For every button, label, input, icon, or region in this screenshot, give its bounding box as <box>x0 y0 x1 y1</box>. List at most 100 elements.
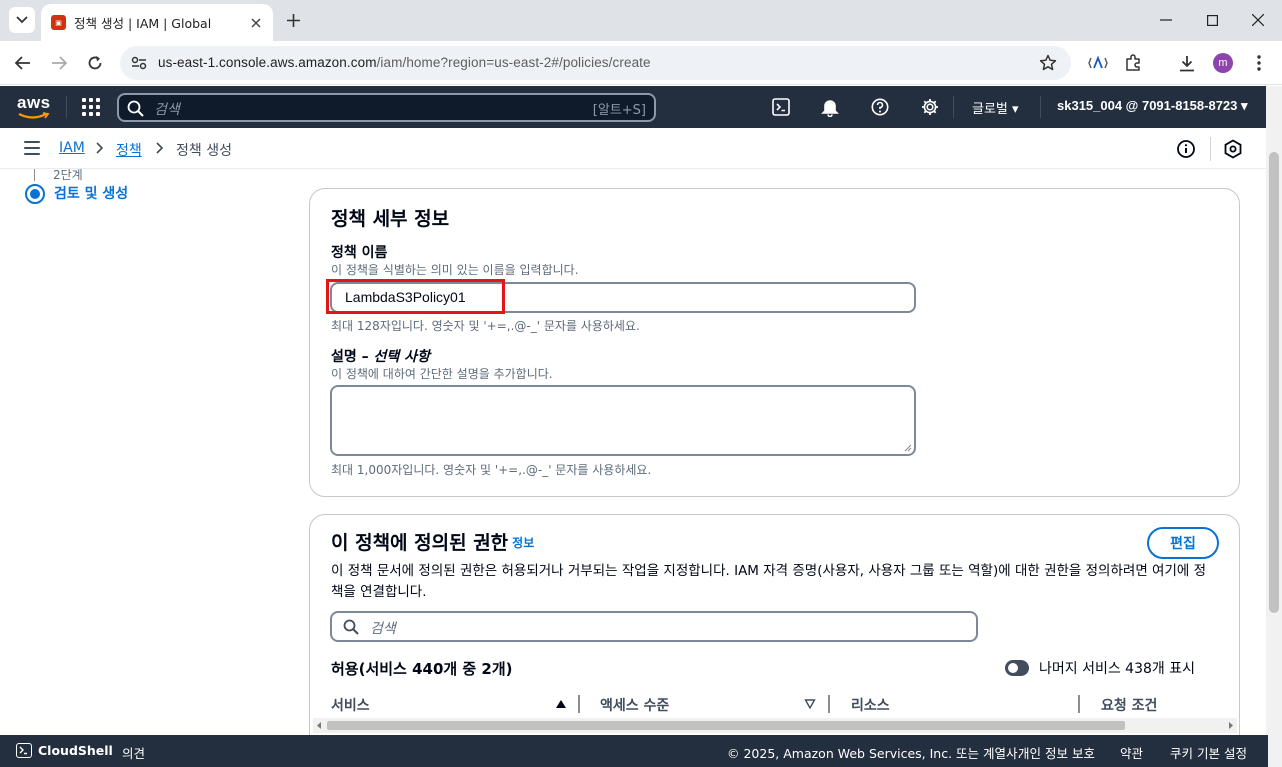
permissions-panel: 이 정책에 정의된 권한 정보 편집 이 정책 문서에 정의된 권한은 허용되거나… <box>309 514 1240 735</box>
permissions-search-placeholder: 검색 <box>370 621 396 637</box>
url-path: /iam/home?region=us-east-2#/policies/cre… <box>376 55 651 70</box>
column-header-service[interactable]: 서비스 <box>331 695 370 715</box>
scroll-right-icon[interactable] <box>1227 721 1235 730</box>
cloudshell-label: CloudShell <box>38 743 113 758</box>
aws-search-input[interactable]: 검색 [알트+S] <box>117 93 656 122</box>
permissions-title-text: 이 정책에 정의된 권한 <box>331 532 509 554</box>
close-icon <box>1252 14 1264 26</box>
policy-details-title: 정책 세부 정보 <box>331 208 450 230</box>
search-icon <box>127 100 144 117</box>
breadcrumb-current: 정책 생성 <box>176 143 232 159</box>
terms-link[interactable]: 약관 <box>1120 743 1143 762</box>
search-icon <box>343 619 359 635</box>
tab-search-button[interactable] <box>9 7 35 33</box>
permissions-description: 이 정책 문서에 정의된 권한은 허용되거나 거부되는 작업을 지정합니다. I… <box>331 563 1207 600</box>
close-window-button[interactable] <box>1246 8 1270 32</box>
chevron-down-icon <box>16 16 28 24</box>
settings-gear-icon[interactable] <box>920 97 940 117</box>
aws-logo[interactable]: aws <box>17 93 51 121</box>
back-button[interactable] <box>11 52 35 74</box>
sort-descending-icon[interactable] <box>804 699 816 709</box>
description-label-text: 설명 – <box>331 349 374 365</box>
breadcrumb: IAM 정책 정책 생성 <box>0 128 1268 169</box>
forward-button[interactable] <box>47 52 71 74</box>
scroll-left-icon[interactable] <box>315 721 323 730</box>
profile-avatar[interactable]: m <box>1213 53 1233 73</box>
address-bar[interactable]: us-east-1.console.aws.amazon.com/iam/hom… <box>120 46 1071 80</box>
feedback-link[interactable]: 의견 <box>122 743 145 762</box>
reader-extension-icon[interactable] <box>1087 52 1109 74</box>
policy-name-constraint: 최대 128자입니다. 영숫자 및 '+=,.@-_' 문자를 사용하세요. <box>331 319 640 333</box>
site-settings-icon[interactable] <box>130 55 148 71</box>
cookie-preferences-link[interactable]: 쿠키 기본 설정 <box>1170 743 1247 762</box>
header-divider <box>953 96 954 118</box>
maximize-icon <box>1206 14 1218 26</box>
policy-details-panel: 정책 세부 정보 정책 이름 이 정책을 식별하는 의미 있는 이름을 입력합니… <box>309 188 1240 497</box>
step-connector-line <box>34 169 35 181</box>
maximize-button[interactable] <box>1200 8 1224 32</box>
browser-menu-icon[interactable] <box>1248 52 1270 74</box>
highlight-annotation-box <box>326 279 505 314</box>
column-header-request-conditions[interactable]: 요청 조건 <box>1101 695 1157 715</box>
services-grid-icon[interactable] <box>82 98 100 116</box>
breadcrumb-policies[interactable]: 정책 <box>116 140 142 160</box>
description-textarea[interactable] <box>330 385 916 456</box>
permissions-title: 이 정책에 정의된 권한 정보 <box>331 528 534 555</box>
tab-close-icon[interactable] <box>248 15 264 31</box>
column-header-access-level[interactable]: 액세스 수준 <box>600 695 669 715</box>
iam-favicon-icon: ▣ <box>51 15 66 30</box>
tab-title: 정책 생성 | IAM | Global <box>74 16 212 31</box>
extensions-puzzle-icon[interactable] <box>1122 52 1144 74</box>
column-divider <box>578 695 580 713</box>
show-remaining-label: 나머지 서비스 438개 표시 <box>1039 661 1195 677</box>
step-current-label: 검토 및 생성 <box>54 186 129 202</box>
column-header-resource[interactable]: 리소스 <box>851 695 890 715</box>
reload-button[interactable] <box>83 52 107 74</box>
browser-tab-active[interactable]: ▣ 정책 생성 | IAM | Global <box>41 4 273 41</box>
breadcrumb-iam[interactable]: IAM <box>59 140 85 156</box>
step-previous-label: 2단계 <box>53 169 83 182</box>
description-optional-text: 선택 사항 <box>373 349 430 365</box>
edit-button[interactable]: 편집 <box>1147 527 1219 559</box>
chevron-right-icon <box>156 142 164 154</box>
horizontal-scroll-thumb[interactable] <box>327 721 1125 730</box>
aws-console-header: aws 검색 [알트+S] 글로벌 ▾ sk315_004 @ 7091-815… <box>0 86 1268 128</box>
show-remaining-toggle[interactable] <box>1005 660 1029 676</box>
search-shortcut: [알트+S] <box>592 103 646 118</box>
url-text: us-east-1.console.aws.amazon.com/iam/hom… <box>158 55 651 70</box>
permissions-search-input[interactable]: 검색 <box>330 611 978 642</box>
step-current-indicator-icon <box>25 184 45 204</box>
policy-name-label: 정책 이름 <box>331 245 388 261</box>
permissions-info-link[interactable]: 정보 <box>512 536 534 550</box>
terminal-icon <box>16 743 32 758</box>
policy-name-description: 이 정책을 식별하는 의미 있는 이름을 입력합니다. <box>331 263 579 277</box>
minimize-button[interactable] <box>1154 8 1178 32</box>
description-help: 이 정책에 대하여 간단한 설명을 추가합니다. <box>331 367 553 381</box>
cloudshell-icon[interactable] <box>771 97 791 117</box>
account-menu[interactable]: sk315_004 @ 7091-8158-8723 ▾ <box>1057 98 1248 114</box>
download-icon[interactable] <box>1176 52 1198 74</box>
new-tab-button[interactable] <box>282 9 304 31</box>
privacy-link[interactable]: 개인 정보 보호 <box>1018 743 1095 762</box>
cloudshell-button[interactable]: CloudShell <box>16 743 113 758</box>
resize-grip-icon[interactable] <box>904 444 912 452</box>
copyright-text: © 2025, Amazon Web Services, Inc. 또는 계열사… <box>727 746 1022 761</box>
region-selector[interactable]: 글로벌 ▾ <box>972 98 1019 117</box>
info-circle-icon[interactable] <box>1176 139 1196 159</box>
sort-ascending-icon[interactable] <box>555 699 567 709</box>
allow-services-title: 허용(서비스 440개 중 2개) <box>331 660 513 678</box>
hexagon-settings-icon[interactable] <box>1223 139 1243 159</box>
vertical-scroll-thumb[interactable] <box>1269 152 1279 613</box>
chevron-right-icon <box>96 142 104 154</box>
arrow-left-icon <box>15 56 30 70</box>
main-content: 2단계 검토 및 생성 정책 세부 정보 정책 이름 이 정책을 식별하는 의미… <box>0 169 1268 735</box>
horizontal-scrollbar[interactable] <box>313 718 1237 733</box>
bookmark-star-icon[interactable] <box>1039 54 1057 72</box>
search-placeholder: 검색 <box>154 102 180 118</box>
crumb-divider <box>1210 137 1211 161</box>
vertical-scrollbar[interactable] <box>1266 86 1282 767</box>
hamburger-menu-icon[interactable] <box>24 141 40 155</box>
console-footer: CloudShell 의견 © 2025, Amazon Web Service… <box>0 735 1268 767</box>
help-icon[interactable] <box>870 97 890 117</box>
notifications-bell-icon[interactable] <box>820 97 840 117</box>
